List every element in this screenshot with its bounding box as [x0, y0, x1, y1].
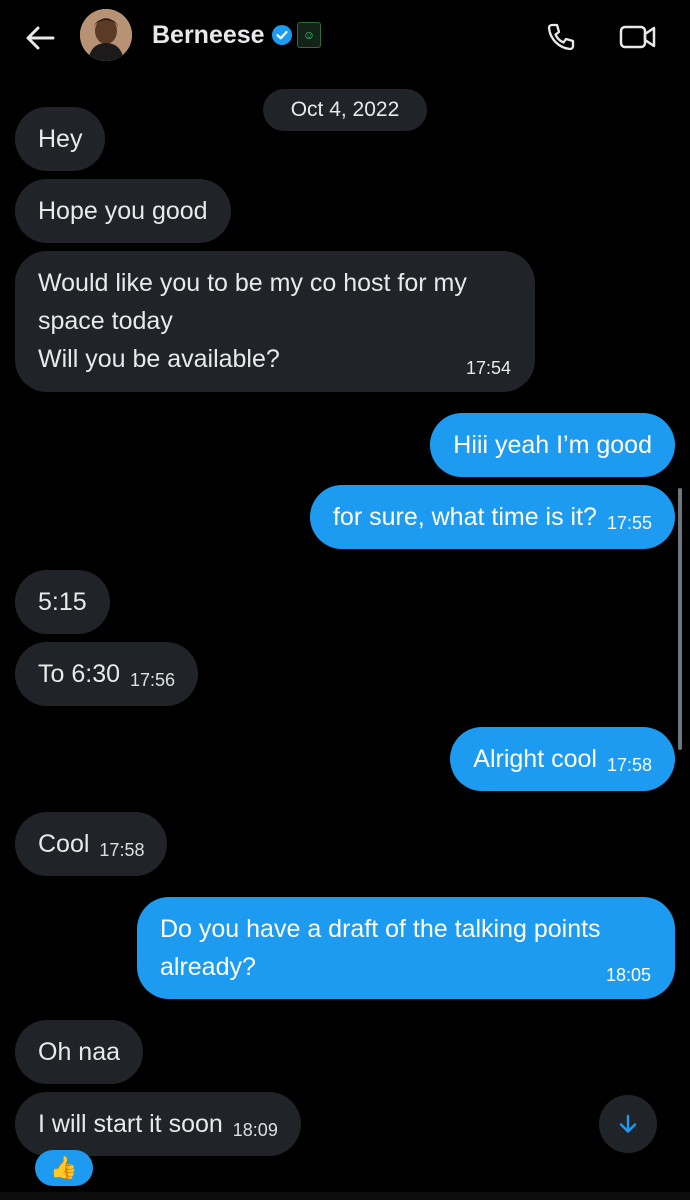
message-timestamp: 17:54: [465, 358, 511, 378]
back-button[interactable]: [20, 18, 60, 58]
message-sent[interactable]: Alright cool 17:58: [450, 727, 675, 791]
conversation-header: Berneese ☺: [0, 0, 690, 80]
message-text: Cool: [38, 830, 90, 858]
message-line: already?: [160, 953, 256, 981]
message-received[interactable]: 5:15: [15, 570, 110, 634]
message-timestamp: 18:09: [232, 1120, 278, 1140]
message-received[interactable]: Hope you good: [15, 179, 231, 243]
arrow-left-icon: [26, 26, 55, 50]
message-line: Will you be available?: [38, 345, 280, 373]
message-timestamp: 17:56: [130, 670, 176, 690]
avatar[interactable]: [80, 9, 132, 61]
message-text: Hey: [38, 125, 83, 153]
message-timestamp: 17:55: [606, 513, 652, 533]
green-affiliate-badge-icon: ☺: [297, 22, 321, 48]
message-sent[interactable]: Do you have a draft of the talking point…: [137, 897, 675, 999]
message-timestamp: 17:58: [606, 755, 652, 775]
contact-name[interactable]: Berneese: [152, 20, 265, 50]
message-line: Do you have a draft of the talking point…: [160, 915, 601, 943]
video-camera-icon: [619, 25, 656, 49]
message-received[interactable]: Would like you to be my co host for my s…: [15, 251, 535, 392]
message-reaction[interactable]: 👍: [35, 1150, 93, 1186]
message-text: 5:15: [38, 588, 87, 616]
composer-edge: [0, 1192, 690, 1200]
message-sent[interactable]: Hiii yeah I’m good: [430, 413, 675, 477]
message-timestamp: 18:05: [605, 965, 651, 985]
message-received[interactable]: Oh naa: [15, 1020, 144, 1084]
arrow-down-icon: [619, 1114, 637, 1133]
message-text: To 6:30: [38, 660, 121, 688]
avatar-image: [80, 9, 132, 61]
scrollbar[interactable]: [678, 488, 682, 750]
message-received[interactable]: To 6:30 17:56: [15, 642, 199, 706]
phone-icon: [547, 23, 575, 51]
message-received[interactable]: I will start it soon 18:09: [15, 1092, 301, 1156]
message-timestamp: 17:58: [99, 840, 145, 860]
scroll-to-bottom-button[interactable]: [599, 1095, 657, 1153]
message-text: for sure, what time is it?: [332, 503, 597, 531]
message-line: Would like you to be my co host for my: [38, 269, 467, 297]
message-text: Hope you good: [38, 197, 208, 225]
message-text: Hiii yeah I’m good: [453, 431, 652, 459]
date-separator: Oct 4, 2022: [263, 89, 427, 131]
message-received[interactable]: Cool 17:58: [15, 812, 168, 876]
message-text: I will start it soon: [38, 1110, 223, 1138]
message-text: Oh naa: [38, 1038, 121, 1066]
message-line: space today: [38, 307, 173, 335]
video-call-button[interactable]: [618, 19, 658, 55]
message-received[interactable]: Hey: [15, 107, 106, 171]
message-text: Alright cool: [473, 745, 597, 773]
call-button[interactable]: [543, 19, 579, 55]
message-sent[interactable]: for sure, what time is it? 17:55: [309, 485, 675, 549]
verified-badge-icon: [272, 25, 292, 45]
